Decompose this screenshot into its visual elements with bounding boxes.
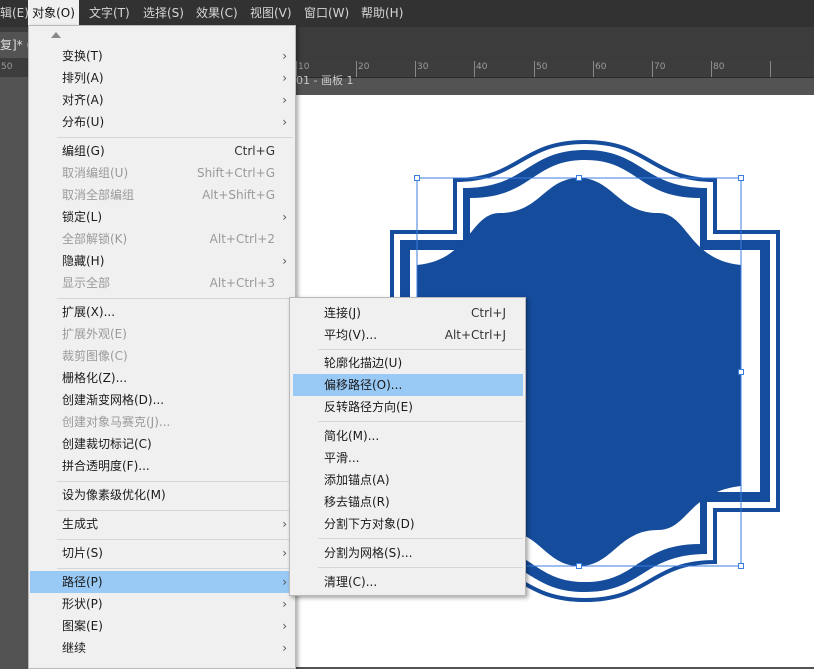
ruler-label: 70 (654, 62, 666, 72)
menu-item-repeat[interactable]: 继续 › (29, 637, 295, 659)
chevron-right-icon: › (282, 546, 287, 560)
menu-item-align[interactable]: 对齐(A) › (29, 89, 295, 111)
chevron-right-icon: › (282, 49, 287, 63)
chevron-right-icon: › (282, 115, 287, 129)
chevron-right-icon: › (282, 641, 287, 655)
menu-separator (318, 567, 523, 568)
ruler-label: 30 (417, 62, 429, 72)
ruler-tick (474, 61, 475, 77)
ruler-label: 20 (358, 62, 370, 72)
selection-handle[interactable] (738, 369, 744, 375)
ruler-label: 50 (1, 62, 13, 72)
chevron-right-icon: › (282, 71, 287, 85)
submenu-item-offset-path[interactable]: 偏移路径(O)... (293, 374, 523, 396)
selection-handle[interactable] (738, 175, 744, 181)
chevron-right-icon: › (282, 93, 287, 107)
menu-item-crop-image[interactable]: 裁剪图像(C) (29, 345, 295, 367)
submenu-item-reverse-path-direction[interactable]: 反转路径方向(E) (290, 396, 525, 418)
menu-item-create-gradient-mesh[interactable]: 创建渐变网格(D)... (29, 389, 295, 411)
submenu-item-simplify[interactable]: 简化(M)... (290, 425, 525, 447)
menu-item-hide[interactable]: 隐藏(H) › (29, 250, 295, 272)
submenu-item-divide-objects-below[interactable]: 分割下方对象(D) (290, 513, 525, 535)
menu-item-lock[interactable]: 锁定(L) › (29, 206, 295, 228)
ruler-tick (356, 61, 357, 77)
ruler-tick (770, 61, 771, 77)
submenu-item-join[interactable]: 连接(J) Ctrl+J (290, 302, 525, 324)
menu-separator (318, 538, 523, 539)
menu-item-distribute[interactable]: 分布(U) › (29, 111, 295, 133)
ruler-tick (593, 61, 594, 77)
ruler-label: 10 (298, 62, 310, 72)
menu-item-transform[interactable]: 变换(T) › (29, 45, 295, 67)
submenu-item-average[interactable]: 平均(V)... Alt+Ctrl+J (290, 324, 525, 346)
submenu-item-outline-stroke[interactable]: 轮廓化描边(U) (290, 352, 525, 374)
submenu-item-smooth[interactable]: 平滑... (290, 447, 525, 469)
menu-item-show-all[interactable]: 显示全部 Alt+Ctrl+3 (29, 272, 295, 294)
menu-item-unlock-all[interactable]: 全部解锁(K) Alt+Ctrl+2 (29, 228, 295, 250)
submenu-item-split-into-grid[interactable]: 分割为网格(S)... (290, 542, 525, 564)
menu-effect[interactable]: 效果(C) (196, 0, 238, 27)
menu-item-create-object-mosaic[interactable]: 创建对象马赛克(J)... (29, 411, 295, 433)
ruler-tick (711, 61, 712, 77)
submenu-item-clean-up[interactable]: 清理(C)... (290, 571, 525, 593)
menu-item-slice[interactable]: 切片(S) › (29, 542, 295, 564)
ruler-tick (652, 61, 653, 77)
chevron-right-icon: › (282, 517, 287, 531)
chevron-right-icon: › (282, 210, 287, 224)
menu-item-group[interactable]: 编组(G) Ctrl+G (29, 140, 295, 162)
chevron-right-icon: › (282, 597, 287, 611)
submenu-item-remove-anchor-points[interactable]: 移去锚点(R) (290, 491, 525, 513)
selection-handle[interactable] (738, 563, 744, 569)
menu-item-create-trim-marks[interactable]: 创建裁切标记(C) (29, 433, 295, 455)
menu-item-shape[interactable]: 形状(P) › (29, 593, 295, 615)
menu-separator (318, 421, 523, 422)
ruler-label: 60 (595, 62, 607, 72)
menu-separator (57, 137, 293, 138)
menu-window[interactable]: 窗口(W) (304, 0, 349, 27)
menu-item-rasterize[interactable]: 栅格化(Z)... (29, 367, 295, 389)
chevron-right-icon: › (282, 575, 287, 589)
chevron-right-icon: › (282, 254, 287, 268)
menu-help[interactable]: 帮助(H) (361, 0, 403, 27)
chevron-right-icon: › (282, 619, 287, 633)
selection-handle[interactable] (414, 175, 420, 181)
ruler-label: 50 (536, 62, 548, 72)
menu-separator (57, 298, 293, 299)
menu-bar: 编辑(E) 对象(O) 文字(T) 选择(S) 效果(C) 视图(V) 窗口(W… (0, 0, 814, 27)
menu-item-flatten-transparency[interactable]: 拼合透明度(F)... (29, 455, 295, 477)
menu-item-ungroup[interactable]: 取消编组(U) Shift+Ctrl+G (29, 162, 295, 184)
ruler-tick (534, 61, 535, 77)
object-menu: 变换(T) › 排列(A) › 对齐(A) › 分布(U) › 编组(G) Ctrl+G … (28, 25, 296, 669)
selection-handle[interactable] (576, 563, 582, 569)
menu-item-expand-appearance[interactable]: 扩展外观(E) (29, 323, 295, 345)
menu-item-pattern[interactable]: 图案(E) › (29, 615, 295, 637)
canvas-pasteboard (0, 77, 28, 667)
selection-handle[interactable] (576, 175, 582, 181)
menu-separator (57, 568, 293, 569)
menu-separator (57, 510, 293, 511)
menu-item-path[interactable]: 路径(P) › (30, 571, 294, 593)
menu-item-expand[interactable]: 扩展(X)... (29, 301, 295, 323)
menu-item-make-pixel-perfect[interactable]: 设为像素级优化(M) (29, 484, 295, 506)
artboard-label: 01 - 画板 1 (296, 74, 354, 87)
menu-separator (57, 539, 293, 540)
menu-item-arrange[interactable]: 排列(A) › (29, 67, 295, 89)
menu-type[interactable]: 文字(T) (89, 0, 130, 27)
menu-separator (318, 349, 523, 350)
menu-item-generative[interactable]: 生成式 › (29, 513, 295, 535)
menu-separator (57, 481, 293, 482)
ruler-tick (415, 61, 416, 77)
menu-item-ungroup-all[interactable]: 取消全部编组 Alt+Shift+G (29, 184, 295, 206)
ruler-label: 40 (476, 62, 488, 72)
menu-object[interactable]: 对象(O) (28, 0, 79, 27)
menu-view[interactable]: 视图(V) (250, 0, 292, 27)
submenu-item-add-anchor-points[interactable]: 添加锚点(A) (290, 469, 525, 491)
menu-edit[interactable]: 编辑(E) (0, 0, 29, 27)
ruler-label: 80 (713, 62, 725, 72)
scroll-up-arrow-icon[interactable] (51, 32, 61, 38)
path-submenu: 连接(J) Ctrl+J 平均(V)... Alt+Ctrl+J 轮廓化描边(U) … (289, 297, 526, 596)
menu-select[interactable]: 选择(S) (143, 0, 184, 27)
